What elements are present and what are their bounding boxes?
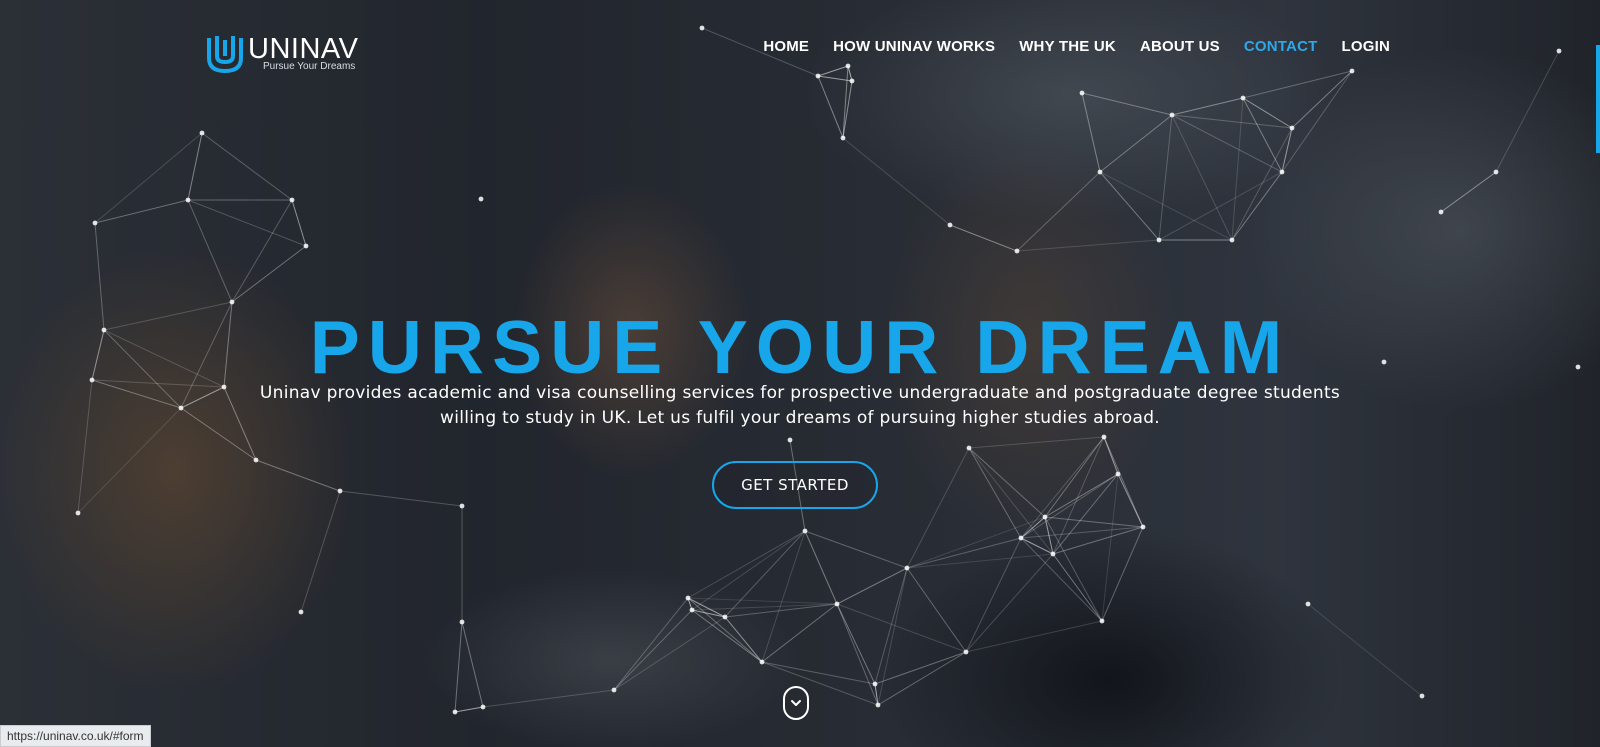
hero-subtext: Uninav provides academic and visa counse… (259, 383, 1341, 428)
nav-home[interactable]: HOME (763, 38, 809, 55)
nav-about-us[interactable]: ABOUT US (1140, 38, 1220, 55)
hero-headline: PURSUE YOUR DREAM (309, 305, 1291, 390)
scroll-down-button[interactable] (783, 686, 809, 720)
status-bar-url: https://uninav.co.uk/#form (0, 725, 151, 747)
scrollbar-thumb[interactable] (1596, 45, 1600, 153)
logo-tagline: Pursue Your Dreams (263, 61, 356, 72)
logo-text: UNINAV (248, 33, 359, 65)
nav-login[interactable]: LOGIN (1342, 38, 1391, 55)
logo-mark-icon (207, 36, 243, 74)
nav-how-uninav-works[interactable]: HOW UNINAV WORKS (833, 38, 995, 55)
nav-contact[interactable]: CONTACT (1244, 38, 1318, 55)
main-nav: HOME HOW UNINAV WORKS WHY THE UK ABOUT U… (763, 38, 1390, 55)
chevron-down-icon (791, 700, 801, 706)
nav-why-the-uk[interactable]: WHY THE UK (1019, 38, 1116, 55)
get-started-button[interactable]: GET STARTED (712, 461, 878, 509)
